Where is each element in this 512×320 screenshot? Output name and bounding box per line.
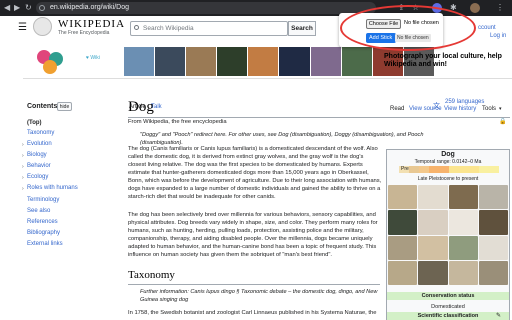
banner-logo: ♥ Wiki bbox=[86, 55, 100, 61]
banner-text[interactable]: Photograph your local culture, help Wiki… bbox=[384, 53, 512, 69]
lock-protection-icon: 🔒 bbox=[499, 119, 507, 125]
search-input[interactable]: Search Wikipedia bbox=[130, 21, 288, 36]
search-placeholder: Search Wikipedia bbox=[143, 25, 194, 32]
tab-talk[interactable]: Talk bbox=[151, 104, 162, 110]
toc-hide-button[interactable]: hide bbox=[57, 102, 72, 111]
wikipedia-tagline: The Free Encyclopedia bbox=[58, 30, 110, 36]
dog-image-collage[interactable] bbox=[388, 185, 508, 285]
highlight-circle bbox=[340, 5, 476, 51]
login-link[interactable]: Log in bbox=[490, 33, 506, 39]
toc-item-taxonomy[interactable]: Taxonomy bbox=[27, 130, 54, 136]
article-paragraph: In 1758, the Swedish botanist and zoolog… bbox=[128, 310, 377, 316]
infobox-late-pleistocene: Late Pleistocene to present bbox=[417, 176, 479, 182]
chevron-right-icon[interactable]: › bbox=[22, 153, 24, 159]
conservation-status-value: Domesticated bbox=[431, 304, 465, 310]
chevron-right-icon[interactable]: › bbox=[22, 175, 24, 181]
account-link[interactable]: ccount bbox=[478, 25, 496, 31]
chevron-right-icon[interactable]: › bbox=[22, 186, 24, 192]
toc-item-terminology[interactable]: Terminology bbox=[27, 197, 59, 203]
timeline-pre-label: Pre bbox=[401, 166, 409, 172]
tab-read[interactable]: Read bbox=[390, 106, 404, 112]
tab-view-source[interactable]: View source bbox=[409, 106, 442, 112]
infobox-temporal-range: Temporal range: 0.0142–0 Ma bbox=[414, 159, 482, 165]
conservation-status-header: Conservation status bbox=[387, 292, 509, 300]
toc-item-evolution[interactable]: Evolution bbox=[27, 141, 52, 147]
section-hatnote: Further information: Canis lupus dingo §… bbox=[140, 289, 378, 303]
toc-item-behavior[interactable]: Behavior bbox=[27, 163, 51, 169]
article-paragraph: The dog (Canis familiaris or Canis lupus… bbox=[128, 146, 382, 200]
from-wikipedia: From Wikipedia, the free encyclopedia bbox=[128, 119, 227, 125]
toc-item-bibliography[interactable]: Bibliography bbox=[27, 230, 60, 236]
wikipedia-wordmark[interactable]: WIKIPEDIA bbox=[58, 18, 125, 30]
toc-item-references[interactable]: References bbox=[27, 219, 58, 225]
section-divider bbox=[128, 284, 380, 285]
menu-icon[interactable]: ⋮ bbox=[496, 0, 504, 16]
forward-icon[interactable]: ▶ bbox=[14, 0, 20, 16]
article-paragraph: The dog has been selectively bred over m… bbox=[128, 212, 378, 258]
toc-item-top[interactable]: (Top) bbox=[27, 120, 42, 126]
banner-art bbox=[29, 47, 77, 77]
infobox-title: Dog bbox=[441, 151, 455, 158]
reload-icon[interactable]: ↻ bbox=[25, 0, 32, 16]
address-bar[interactable]: en.wikipedia.org/wiki/Dog bbox=[36, 2, 376, 14]
toc-item-roles[interactable]: Roles with humans bbox=[27, 185, 78, 191]
lock-icon bbox=[39, 5, 45, 11]
toc-item-external-links[interactable]: External links bbox=[27, 241, 63, 247]
edit-icon[interactable]: ✎ bbox=[496, 312, 501, 319]
section-heading-taxonomy: Taxonomy bbox=[128, 269, 175, 281]
toc-item-see-also[interactable]: See also bbox=[27, 208, 50, 214]
search-button[interactable]: Search bbox=[288, 21, 316, 36]
toc-item-biology[interactable]: Biology bbox=[27, 152, 47, 158]
tab-view-history[interactable]: View history bbox=[444, 106, 476, 112]
wikipedia-logo[interactable] bbox=[33, 17, 52, 36]
chevron-right-icon[interactable]: › bbox=[22, 164, 24, 170]
tools-menu[interactable]: Tools bbox=[482, 106, 496, 112]
url-text: en.wikipedia.org/wiki/Dog bbox=[50, 4, 129, 11]
profile-avatar[interactable] bbox=[470, 3, 480, 13]
hamburger-menu-icon[interactable]: ☰ bbox=[18, 22, 27, 33]
languages-button[interactable]: 259 languages bbox=[445, 99, 484, 105]
search-icon bbox=[134, 25, 139, 30]
toc-heading: Contents bbox=[27, 103, 58, 110]
tab-article[interactable]: Article bbox=[129, 104, 146, 110]
toc-item-ecology[interactable]: Ecology bbox=[27, 174, 48, 180]
chevron-right-icon[interactable]: › bbox=[22, 142, 24, 148]
back-icon[interactable]: ◀ bbox=[4, 0, 10, 16]
chevron-down-icon[interactable]: ▾ bbox=[499, 106, 502, 112]
timeline-bar bbox=[399, 166, 499, 173]
scientific-classification-header: Scientific classification bbox=[387, 312, 509, 320]
